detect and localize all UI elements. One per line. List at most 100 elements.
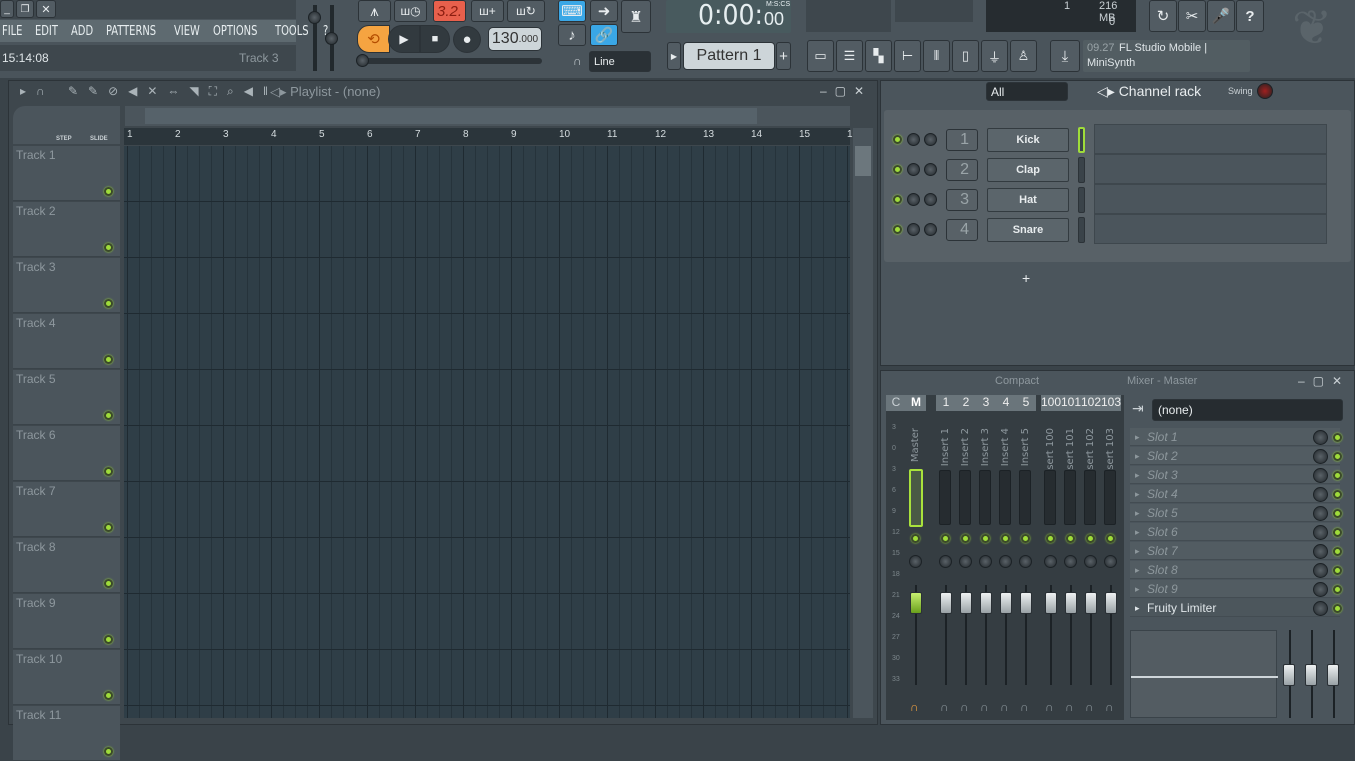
pattern-counter[interactable]: 3.2. (433, 0, 466, 22)
tempo-display[interactable]: 130.000 (488, 27, 542, 51)
track-mute-led[interactable] (104, 691, 113, 700)
slot-expand-icon[interactable]: ▸ (1135, 428, 1140, 446)
slot-enable-led[interactable] (1333, 490, 1342, 499)
mixer-window-controls[interactable]: –▢✕ (1298, 374, 1350, 388)
channel-mixer-track[interactable]: 3 (946, 189, 978, 211)
mixer-route-icon[interactable]: ∩ (980, 700, 989, 714)
mixer-route-icon[interactable]: ∩ (1045, 700, 1054, 714)
slot-mix-knob[interactable] (1313, 601, 1328, 616)
project-window-button[interactable]: ▯ (952, 40, 979, 72)
track-header[interactable]: Track 1 (13, 146, 120, 201)
mixer-track-enable-led[interactable] (1086, 534, 1095, 543)
restore-button[interactable]: ❐ (16, 0, 34, 18)
channel-steps[interactable] (1094, 154, 1327, 184)
slot-enable-led[interactable] (1333, 433, 1342, 442)
mixer-window-button[interactable]: ⊢ (894, 40, 921, 72)
channel-mixer-track[interactable]: 4 (946, 219, 978, 241)
track-mute-led[interactable] (104, 467, 113, 476)
track-mute-led[interactable] (104, 187, 113, 196)
slot-enable-led[interactable] (1333, 528, 1342, 537)
slot-enable-led[interactable] (1333, 604, 1342, 613)
eq-band-fader[interactable] (1327, 664, 1339, 686)
slot-enable-led[interactable] (1333, 471, 1342, 480)
mixer-route-icon[interactable]: ∩ (940, 700, 949, 714)
mixer-pan-knob[interactable] (909, 555, 922, 568)
channel-pan-knob[interactable] (907, 133, 920, 146)
mixer-pan-knob[interactable] (1084, 555, 1097, 568)
stop-button[interactable]: ■ (420, 25, 450, 53)
mixer-pan-knob[interactable] (959, 555, 972, 568)
channel-button-clap[interactable]: Clap (987, 158, 1069, 182)
mixer-volume-fader[interactable] (1000, 592, 1012, 614)
channel-volume-knob[interactable] (924, 163, 937, 176)
mixer-route-icon[interactable]: ∩ (1020, 700, 1029, 714)
slot-mix-knob[interactable] (1313, 430, 1328, 445)
channel-steps[interactable] (1094, 124, 1327, 154)
slot-mix-knob[interactable] (1313, 449, 1328, 464)
mixer-volume-fader[interactable] (1020, 592, 1032, 614)
mixer-track-enable-led[interactable] (1001, 534, 1010, 543)
slot-enable-led[interactable] (1333, 566, 1342, 575)
menu-view[interactable]: VIEW (174, 24, 200, 39)
mixer-view-compact[interactable]: Compact (995, 375, 1039, 387)
eq-band-fader[interactable] (1305, 664, 1317, 686)
mixer-track-enable-led[interactable] (1046, 534, 1055, 543)
mixer-volume-fader[interactable] (1105, 592, 1117, 614)
song-position-slider[interactable] (356, 54, 542, 67)
mixer-volume-fader[interactable] (1045, 592, 1057, 614)
mixer-route-icon[interactable]: ∩ (1085, 700, 1094, 714)
slot-mix-knob[interactable] (1313, 563, 1328, 578)
mixer-pan-knob[interactable] (1044, 555, 1057, 568)
menu-patterns[interactable]: PATTERNS (106, 24, 156, 39)
channel-volume-knob[interactable] (924, 223, 937, 236)
mixer-track-enable-led[interactable] (1106, 534, 1115, 543)
mixer-track-enable-led[interactable] (911, 534, 920, 543)
news-panel[interactable]: 09.27 FL Studio Mobile | MiniSynth (1083, 40, 1250, 72)
channel-rack-window-button[interactable]: ▚ (865, 40, 892, 72)
mixer-slot[interactable]: ▸ Slot 9 (1130, 580, 1340, 598)
track-mute-led[interactable] (104, 355, 113, 364)
channel-pan-knob[interactable] (907, 223, 920, 236)
step-edit-button[interactable]: ш+ (471, 0, 504, 22)
channel-select[interactable] (1078, 217, 1085, 243)
download-icon[interactable]: ⤓ (1050, 40, 1080, 72)
playlist-tools[interactable]: ▸∩ ✎✎⊘◀✕⇔◥⛶⌕◀‖ (20, 84, 278, 99)
track-header[interactable]: Track 10 (13, 650, 120, 705)
track-mute-led[interactable] (104, 635, 113, 644)
track-header[interactable]: Track 6 (13, 426, 120, 481)
menu-file[interactable]: FILE (2, 24, 22, 39)
mixer-route-icon[interactable]: ∩ (1065, 700, 1074, 714)
channel-mixer-track[interactable]: 2 (946, 159, 978, 181)
mixer-slot[interactable]: ▸ Slot 1 (1130, 428, 1340, 446)
channel-button-hat[interactable]: Hat (987, 188, 1069, 212)
mixer-slot[interactable]: ▸ Slot 8 (1130, 561, 1340, 579)
channel-pan-knob[interactable] (907, 163, 920, 176)
mixer-pan-knob[interactable] (999, 555, 1012, 568)
piano-roll-window-button[interactable]: ☰ (836, 40, 863, 72)
browser-window-button[interactable]: ⫴ (923, 40, 950, 72)
playlist-grid[interactable] (124, 146, 850, 718)
mixer-route-icon[interactable]: ∩ (1105, 700, 1114, 714)
channel-mute-led[interactable] (893, 135, 902, 144)
tempo-window-button[interactable]: ♙ (1010, 40, 1037, 72)
mixer-route-icon[interactable]: ∩ (960, 700, 969, 714)
swing-knob[interactable] (1257, 83, 1317, 99)
channel-steps[interactable] (1094, 184, 1327, 214)
play-button[interactable]: ▶ (388, 25, 420, 53)
typing-keyboard-button[interactable]: ⌨ (558, 0, 586, 22)
menu-tools[interactable]: TOOLS (275, 24, 309, 39)
metronome-button[interactable]: ⩚ (358, 0, 391, 22)
mixer-pan-knob[interactable] (1104, 555, 1117, 568)
mixer-volume-fader[interactable] (960, 592, 972, 614)
channel-steps[interactable] (1094, 214, 1327, 244)
mixer-volume-fader[interactable] (980, 592, 992, 614)
slot-expand-icon[interactable]: ▸ (1135, 599, 1140, 617)
channel-mute-led[interactable] (893, 195, 902, 204)
horizontal-scrollbar[interactable] (125, 106, 850, 126)
mixer-pan-knob[interactable] (1064, 555, 1077, 568)
slot-expand-icon[interactable]: ▸ (1135, 485, 1140, 503)
mixer-slot[interactable]: ▸ Fruity Limiter (1130, 599, 1340, 617)
close-button[interactable]: ✕ (36, 0, 56, 18)
song-pattern-toggle[interactable]: ⟲ (357, 25, 390, 53)
mixer-volume-fader[interactable] (1065, 592, 1077, 614)
